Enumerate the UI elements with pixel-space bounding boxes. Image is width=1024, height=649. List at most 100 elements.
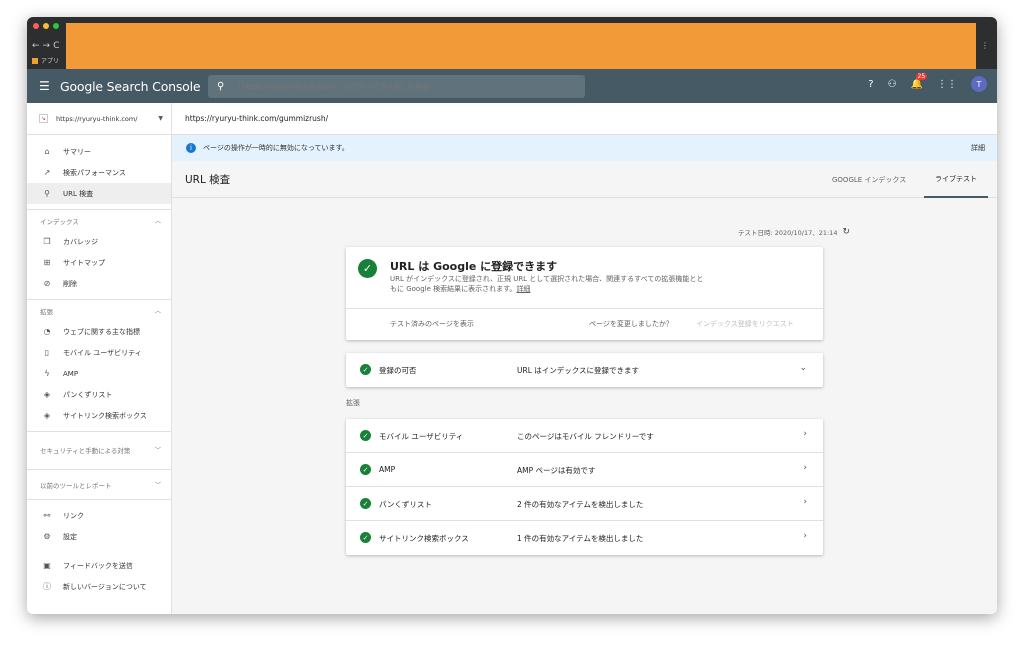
breadcrumb-icon: ◈ (43, 390, 51, 399)
notifications-icon[interactable]: 🔔 25 (911, 72, 928, 90)
sidebar-item-label: モバイル ユーザビリティ (63, 348, 142, 357)
sidebar-item-settings[interactable]: ⚙ 設定 (27, 526, 171, 547)
removal-icon: ⊘ (43, 279, 51, 288)
sidebar-item-info[interactable]: ⓘ 新しいバージョンについて (27, 576, 171, 597)
inspected-url-bar[interactable]: https://ryuryu-think.com/gummizrush/ (172, 103, 997, 135)
sidebar-item-feedback[interactable]: ▣ フィードバックを送信 (27, 555, 171, 576)
sidebar-item-label: リンク (63, 511, 84, 520)
page-changed-text: ページを変更しましたか？ (589, 320, 673, 328)
bookmark-apps[interactable]: アプリ (32, 56, 59, 65)
home-icon: ⌂ (44, 147, 50, 156)
sidebar-item-trend[interactable]: ↗ 検索パフォーマンス (27, 162, 171, 183)
sidebar-item-vitals[interactable]: ◔ ウェブに関する主な指標 (27, 321, 171, 342)
section-security-label: セキュリティと手動による対策 (40, 446, 131, 455)
result-card: ✓ URL は Google に登録できます URL がインデックスに登録され、… (346, 247, 823, 340)
hamburger-menu-icon[interactable]: ☰ (39, 79, 53, 93)
enhancement-value: このページはモバイル フレンドリーです (517, 432, 654, 441)
chevron-up-icon: ︿ (154, 218, 161, 225)
caret-down-icon: ▼ (158, 115, 163, 122)
url-inspect-input[interactable] (234, 82, 565, 91)
check-circle-icon: ✓ (360, 498, 371, 509)
trend-icon: ↗ (43, 168, 51, 177)
tab-google-index[interactable]: GOOGLE インデックス (832, 161, 906, 198)
vitals-icon: ◔ (43, 327, 51, 336)
property-selector[interactable]: ↘ https://ryuryu-think.com/ ▼ (27, 103, 171, 135)
availability-label: 登録の可否 (379, 366, 417, 375)
result-title: URL は Google に登録できます (390, 260, 558, 273)
manage-users-icon[interactable]: ⚇ (888, 79, 897, 90)
search-icon: ⚲ (217, 81, 225, 92)
sidebar-item-links[interactable]: ⚯ リンク (27, 505, 171, 526)
chevron-down-icon[interactable]: ⌄ (799, 363, 807, 373)
browser-menu-icon[interactable]: ⋮ (981, 41, 989, 50)
info-banner: i ページの操作が一時的に無効になっています。 詳細 (172, 135, 997, 161)
sidebar-item-amp[interactable]: ϟ AMP (27, 363, 171, 384)
availability-card[interactable]: ✓ 登録の可否 URL はインデックスに登録できます ⌄ (346, 353, 823, 387)
sidebar-item-label: サマリー (63, 147, 91, 156)
forward-icon[interactable]: → (43, 41, 54, 51)
search-icon: ⚲ (44, 189, 50, 198)
section-enhancements[interactable]: 拡張 ︿ (27, 299, 171, 321)
close-window-button[interactable] (33, 23, 39, 29)
avatar[interactable]: T (971, 76, 987, 92)
chevron-right-icon[interactable]: › (803, 463, 807, 473)
reload-icon[interactable]: C (53, 41, 62, 51)
sidebar-item-label: 削除 (63, 279, 77, 288)
sidebar-item-label: フィードバックを送信 (63, 561, 133, 570)
page-title: URL 検査 (185, 173, 231, 186)
app-logo[interactable]: Google Search Console (60, 79, 201, 94)
tab-row: URL 検査 GOOGLE インデックス ライブテスト (172, 161, 997, 198)
sidebar-item-search[interactable]: ⚲ URL 検査 (27, 183, 171, 204)
refresh-icon[interactable]: ↻ (842, 227, 850, 237)
sidebar-item-coverage[interactable]: ❐ カバレッジ (27, 231, 171, 252)
sidebar-item-label: ウェブに関する主な指標 (63, 327, 140, 336)
section-legacy[interactable]: 以前のツールとレポート ﹀ (27, 469, 171, 499)
sidebar-item-removal[interactable]: ⊘ 削除 (27, 273, 171, 294)
check-circle-icon: ✓ (360, 532, 371, 543)
chevron-right-icon[interactable]: › (803, 531, 807, 541)
enhancement-row[interactable]: ✓ AMP AMP ページは有効です › (346, 453, 823, 487)
enhancement-row[interactable]: ✓ モバイル ユーザビリティ このページはモバイル フレンドリーです › (346, 419, 823, 453)
availability-row[interactable]: ✓ 登録の可否 URL はインデックスに登録できます ⌄ (346, 353, 823, 387)
result-detail-link[interactable]: 詳細 (516, 285, 530, 293)
browser-nav-arrows[interactable]: ←→C (32, 41, 62, 51)
maximize-window-button[interactable] (53, 23, 59, 29)
check-circle-icon: ✓ (360, 364, 371, 375)
check-circle-icon: ✓ (360, 430, 371, 441)
sidebar-item-mobile[interactable]: ▯ モバイル ユーザビリティ (27, 342, 171, 363)
section-enhancements-label: 拡張 (40, 307, 53, 316)
request-indexing-button[interactable]: インデックス登録をリクエスト (696, 319, 794, 329)
view-tested-page-button[interactable]: テスト済みのページを表示 (390, 319, 474, 329)
sidebar-item-home[interactable]: ⌂ サマリー (27, 141, 171, 162)
url-inspect-search[interactable]: ⚲ (208, 75, 585, 98)
chevron-right-icon[interactable]: › (803, 429, 807, 439)
mobile-icon: ▯ (44, 348, 50, 357)
sidebar-item-label: パンくずリスト (63, 390, 113, 399)
sidebar-item-sitemap[interactable]: ⊞ サイトマップ (27, 252, 171, 273)
apps-grid-icon[interactable]: ⋮⋮ (937, 79, 957, 90)
chevron-right-icon[interactable]: › (803, 497, 807, 507)
enhancement-value: AMP ページは有効です (517, 466, 596, 475)
coverage-icon: ❐ (43, 237, 51, 246)
sidebar-item-sitelinks[interactable]: ◈ サイトリンク検索ボックス (27, 405, 171, 426)
sidebar: ↘ https://ryuryu-think.com/ ▼ ⌂ サマリー ↗ 検索パフ… (27, 103, 172, 614)
check-circle-icon: ✓ (360, 464, 371, 475)
section-legacy-label: 以前のツールとレポート (40, 481, 112, 490)
info-details-link[interactable]: 詳細 (971, 143, 985, 153)
section-security[interactable]: セキュリティと手動による対策 ﹀ (27, 431, 171, 469)
help-icon[interactable]: ? (868, 79, 873, 90)
sidebar-item-breadcrumb[interactable]: ◈ パンくずリスト (27, 384, 171, 405)
minimize-window-button[interactable] (43, 23, 49, 29)
back-icon[interactable]: ← (32, 41, 43, 51)
sidebar-item-label: サイトマップ (63, 258, 105, 267)
section-index-label: インデックス (40, 217, 79, 226)
section-index[interactable]: インデックス ︿ (27, 209, 171, 231)
enhancement-row[interactable]: ✓ パンくずリスト 2 件の有効なアイテムを検出しました › (346, 487, 823, 521)
bookmark-apps-label: アプリ (41, 58, 60, 65)
enhancement-row[interactable]: ✓ サイトリンク検索ボックス 1 件の有効なアイテムを検出しました › (346, 521, 823, 555)
tab-live-test[interactable]: ライブテスト (924, 161, 988, 198)
check-circle-icon: ✓ (358, 259, 377, 278)
amp-icon: ϟ (44, 369, 50, 378)
sitemap-icon: ⊞ (43, 258, 51, 267)
result-description: URL がインデックスに登録され、正規 URL として選択された場合、関連するす… (390, 274, 710, 294)
